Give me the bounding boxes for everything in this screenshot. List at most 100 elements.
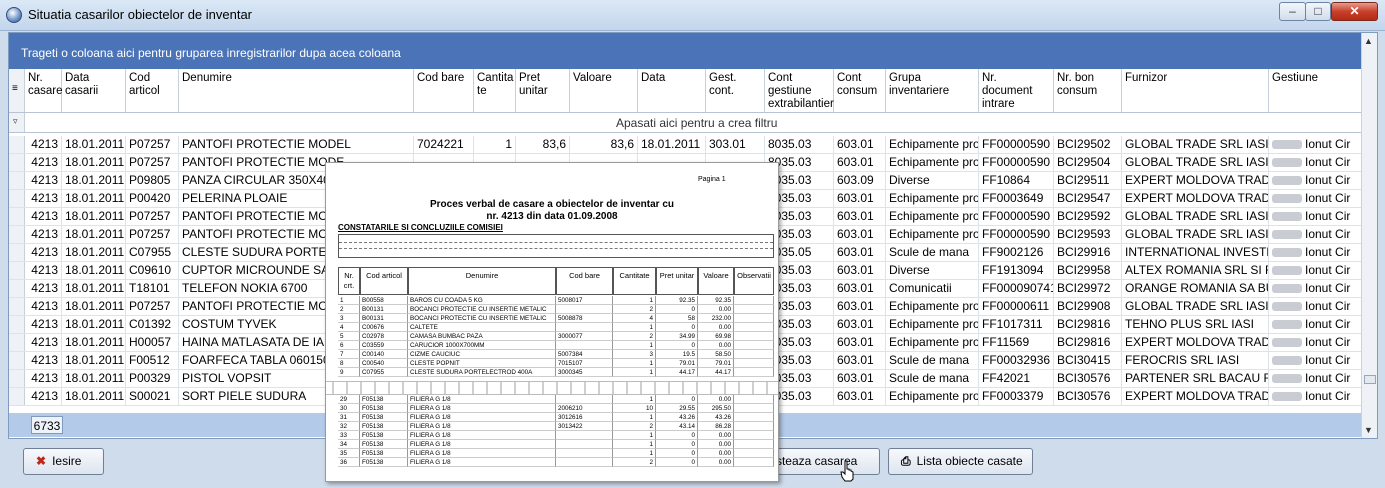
report-cell: 69.98 bbox=[698, 332, 734, 341]
column-header-15[interactable]: Furnizor bbox=[1122, 69, 1269, 112]
report-cell: 1 bbox=[613, 296, 656, 305]
row-selector[interactable] bbox=[9, 370, 25, 387]
cell-data: 18.01.2011 bbox=[62, 172, 126, 189]
column-header-5[interactable]: Cantita te bbox=[474, 69, 516, 112]
column-chooser-icon[interactable]: ≡ bbox=[9, 69, 25, 112]
column-header-8[interactable]: Data bbox=[638, 69, 706, 112]
row-selector[interactable] bbox=[9, 262, 25, 279]
row-selector[interactable] bbox=[9, 280, 25, 297]
column-header-2[interactable]: Cod articol bbox=[126, 69, 179, 112]
row-selector[interactable] bbox=[9, 352, 25, 369]
column-header-4[interactable]: Cod bare bbox=[414, 69, 474, 112]
cell-data: 18.01.2011 bbox=[62, 226, 126, 243]
cell-furn: ORANGE ROMANIA SA BUC bbox=[1122, 280, 1269, 297]
cell-doc: FF00000590 bbox=[979, 136, 1054, 153]
report-cell bbox=[734, 395, 774, 404]
report-cell bbox=[734, 296, 774, 305]
cell-den: PANTOFI PROTECTIE MODEL bbox=[179, 136, 414, 153]
column-header-6[interactable]: Pret unitar bbox=[516, 69, 570, 112]
report-cell: 0.00 bbox=[698, 440, 734, 449]
row-selector[interactable] bbox=[9, 154, 25, 171]
filter-hint: Apasati aici pentru a crea filtru bbox=[616, 116, 778, 130]
row-selector[interactable] bbox=[9, 388, 25, 405]
report-row: 30 F05138 FILIERA G 1/8 2006210 10 29.55 295.5… bbox=[338, 404, 774, 413]
scroll-up-icon[interactable]: ▲ bbox=[1364, 36, 1373, 46]
row-selector[interactable] bbox=[9, 136, 25, 153]
report-cell: 4 bbox=[613, 314, 656, 323]
row-selector[interactable] bbox=[9, 172, 25, 189]
cell-gestiune: Ionut Cir bbox=[1269, 316, 1362, 333]
column-header-16[interactable]: Gestiune bbox=[1269, 69, 1362, 112]
row-selector[interactable] bbox=[9, 208, 25, 225]
minimize-button[interactable]: – bbox=[1279, 2, 1306, 21]
row-selector[interactable] bbox=[9, 334, 25, 351]
group-by-panel[interactable]: Trageti o coloana aici pentru gruparea i… bbox=[9, 33, 1362, 69]
column-header-3[interactable]: Denumire bbox=[179, 69, 414, 112]
row-selector[interactable] bbox=[9, 226, 25, 243]
report-cell: 29.55 bbox=[656, 404, 698, 413]
row-selector[interactable] bbox=[9, 190, 25, 207]
report-cell: 1 bbox=[613, 440, 656, 449]
report-cell: 7 bbox=[338, 350, 360, 359]
cell-doc: FF0003379 bbox=[979, 388, 1054, 405]
report-cell: 92.35 bbox=[698, 296, 734, 305]
cell-cc: 603.01 bbox=[834, 298, 886, 315]
cell-bon: BCI29972 bbox=[1054, 280, 1122, 297]
column-header-1[interactable]: Data casarii bbox=[62, 69, 126, 112]
row-selector[interactable] bbox=[9, 244, 25, 261]
cell-bon: BCI29958 bbox=[1054, 262, 1122, 279]
cell-doc: FF0003649 bbox=[979, 190, 1054, 207]
cell-data2: 18.01.2011 bbox=[638, 136, 706, 153]
report-cell bbox=[734, 458, 774, 467]
report-cell bbox=[734, 341, 774, 350]
cell-data: 18.01.2011 bbox=[62, 352, 126, 369]
cell-cod: P09805 bbox=[126, 172, 179, 189]
column-header-13[interactable]: Nr. document intrare bbox=[979, 69, 1054, 112]
report-cell bbox=[734, 350, 774, 359]
list-objects-button[interactable]: ⎙ Lista obiecte casate bbox=[888, 448, 1033, 475]
column-header-10[interactable]: Cont gestiune extrabilantier bbox=[765, 69, 834, 112]
filter-row[interactable]: ▿ Apasati aici pentru a crea filtru bbox=[9, 113, 1362, 133]
report-cell: F05138 bbox=[360, 395, 408, 404]
report-header-6: Valoare bbox=[698, 267, 734, 295]
report-cell: 5008878 bbox=[556, 314, 613, 323]
report-cell bbox=[556, 305, 613, 314]
exit-button[interactable]: ✖ Iesire bbox=[23, 448, 104, 475]
report-cell bbox=[556, 431, 613, 440]
report-cell: 86.28 bbox=[698, 422, 734, 431]
report-cell: 34.99 bbox=[656, 332, 698, 341]
cell-nr: 4213 bbox=[25, 172, 62, 189]
column-header-7[interactable]: Valoare bbox=[570, 69, 638, 112]
cell-grupa: Echipamente prote bbox=[886, 298, 979, 315]
maximize-button[interactable]: □ bbox=[1305, 2, 1331, 21]
report-cell: 7015107 bbox=[556, 359, 613, 368]
scroll-thumb[interactable] bbox=[1364, 375, 1376, 384]
report-cell: 0 bbox=[656, 395, 698, 404]
cell-bon: BCI29816 bbox=[1054, 316, 1122, 333]
report-row: 1 B00558 BAROS CU COADA 5 KG 5008017 1 92.35 9… bbox=[338, 296, 774, 305]
app-icon bbox=[6, 7, 22, 23]
cell-gestiune: Ionut Cir bbox=[1269, 208, 1362, 225]
report-cell: CAMASA BUMBAC PAZA bbox=[408, 332, 556, 341]
row-selector[interactable] bbox=[9, 298, 25, 315]
column-header-11[interactable]: Cont consum bbox=[834, 69, 886, 112]
redacted-name bbox=[1272, 356, 1302, 366]
cell-cant: 1 bbox=[474, 136, 516, 153]
column-header-9[interactable]: Gest. cont. bbox=[706, 69, 765, 112]
hand-cursor-icon bbox=[840, 460, 854, 482]
vertical-scrollbar[interactable]: ▲ ▼ bbox=[1361, 33, 1377, 438]
table-row[interactable]: 4213 18.01.2011 P07257 PANTOFI PROTECTIE MO… bbox=[9, 136, 1362, 154]
column-header-12[interactable]: Grupa inventariere bbox=[886, 69, 979, 112]
cell-doc: FF00000611 bbox=[979, 298, 1054, 315]
row-selector[interactable] bbox=[9, 316, 25, 333]
close-button[interactable]: ✕ bbox=[1331, 2, 1378, 21]
scroll-down-icon[interactable]: ▼ bbox=[1364, 425, 1373, 435]
report-row: 6 C03559 CARUCIOR 1000X700MM 1 0 0.00 bbox=[338, 341, 774, 350]
report-cell: 1 bbox=[613, 323, 656, 332]
column-header-14[interactable]: Nr. bon consum bbox=[1054, 69, 1122, 112]
report-cell: FILIERA G 1/8 bbox=[408, 413, 556, 422]
report-header-2: Denumire bbox=[408, 267, 556, 295]
report-cell: 30 bbox=[338, 404, 360, 413]
report-cell: 0 bbox=[656, 440, 698, 449]
column-header-0[interactable]: Nr. casare bbox=[25, 69, 63, 112]
